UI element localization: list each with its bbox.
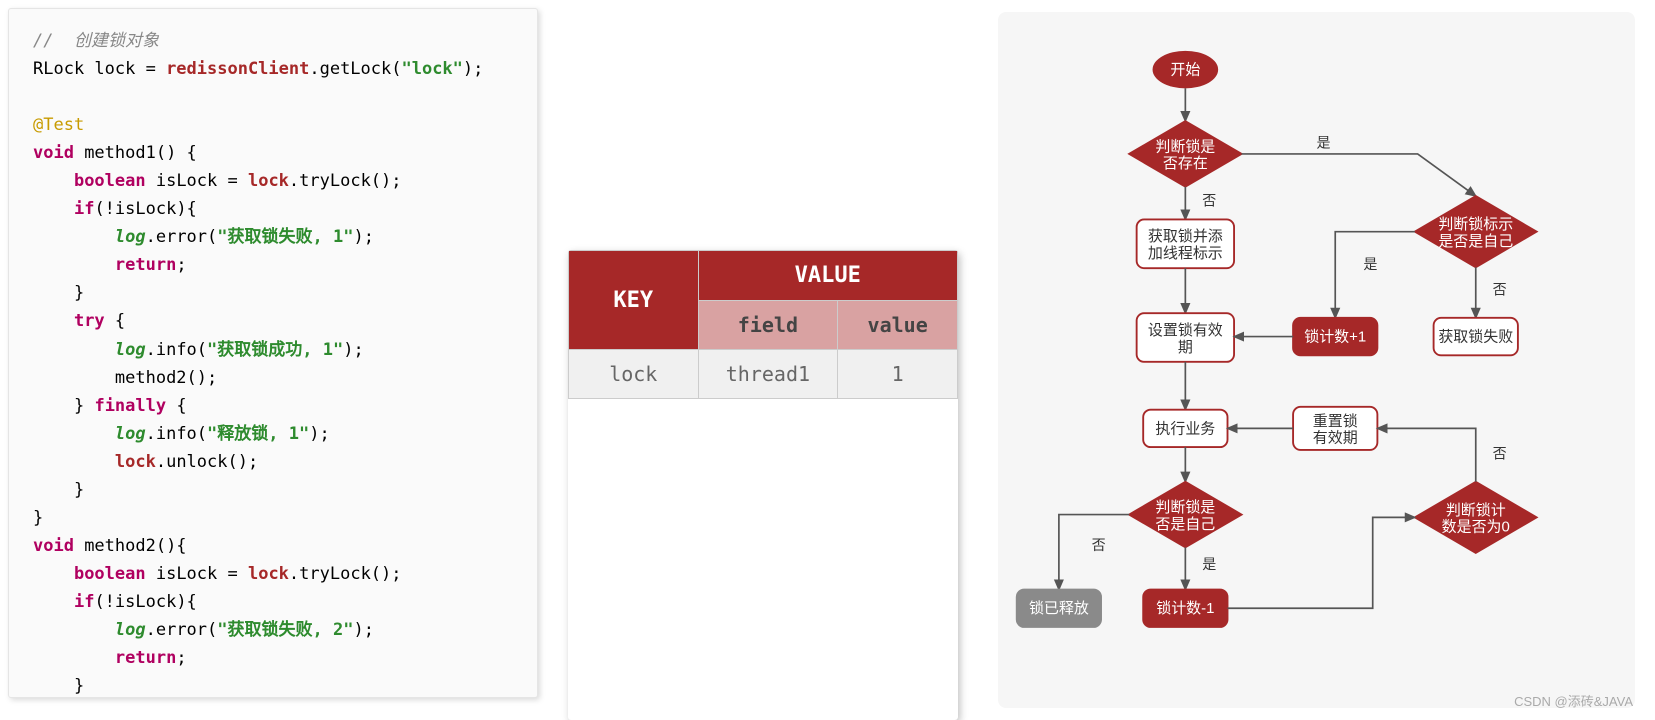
svg-text:有效期: 有效期 [1313,430,1358,447]
table-row: lock thread1 1 [569,350,958,399]
cell-value: 1 [838,350,958,399]
svg-text:判断锁计: 判断锁计 [1446,502,1506,519]
svg-text:是: 是 [1363,256,1377,272]
svg-text:开始: 开始 [1170,61,1200,78]
svg-text:期: 期 [1178,339,1193,356]
svg-text:判断锁标示: 判断锁标示 [1438,216,1513,233]
svg-text:获取锁并添: 获取锁并添 [1148,228,1223,245]
svg-text:否: 否 [1493,281,1507,297]
header-value: VALUE [698,251,957,301]
svg-text:加线程标示: 加线程标示 [1148,245,1223,262]
cell-key: lock [569,350,699,399]
svg-text:获取锁失败: 获取锁失败 [1438,328,1513,345]
svg-text:判断锁是: 判断锁是 [1155,499,1215,516]
code-block: // 创建锁对象 RLock lock = redissonClient.get… [8,8,538,698]
cell-field: thread1 [698,350,838,399]
svg-text:锁计数-1: 锁计数-1 [1156,600,1214,617]
svg-text:否: 否 [1202,192,1216,208]
svg-text:重置锁: 重置锁 [1313,413,1358,430]
svg-text:设置锁有效: 设置锁有效 [1148,322,1223,339]
svg-text:是: 是 [1317,134,1331,150]
svg-text:执行业务: 执行业务 [1155,420,1215,437]
subheader-value: value [838,301,958,350]
svg-text:否: 否 [1092,537,1106,553]
svg-text:否存在: 否存在 [1163,155,1208,172]
watermark: CSDN @添砖&JAVA [1514,691,1633,710]
code-annotation: @Test [33,115,84,135]
svg-text:是否是自己: 是否是自己 [1438,233,1513,250]
subheader-field: field [698,301,838,350]
code-comment: // 创建锁对象 [33,31,159,51]
svg-text:是: 是 [1202,556,1216,572]
flowchart: 开始 判断锁是 否存在 是 否 获取锁并添 加线程标示 设置锁有效 期 [998,12,1635,708]
svg-text:数是否为0: 数是否为0 [1442,519,1510,536]
hash-table: KEY VALUE field value lock thread1 1 [568,250,958,720]
svg-text:否是自己: 否是自己 [1155,516,1215,533]
svg-text:判断锁是: 判断锁是 [1155,138,1215,155]
svg-text:锁计数+1: 锁计数+1 [1304,328,1366,345]
svg-text:锁已释放: 锁已释放 [1029,600,1089,617]
header-key: KEY [569,251,699,350]
svg-text:否: 否 [1493,445,1507,461]
